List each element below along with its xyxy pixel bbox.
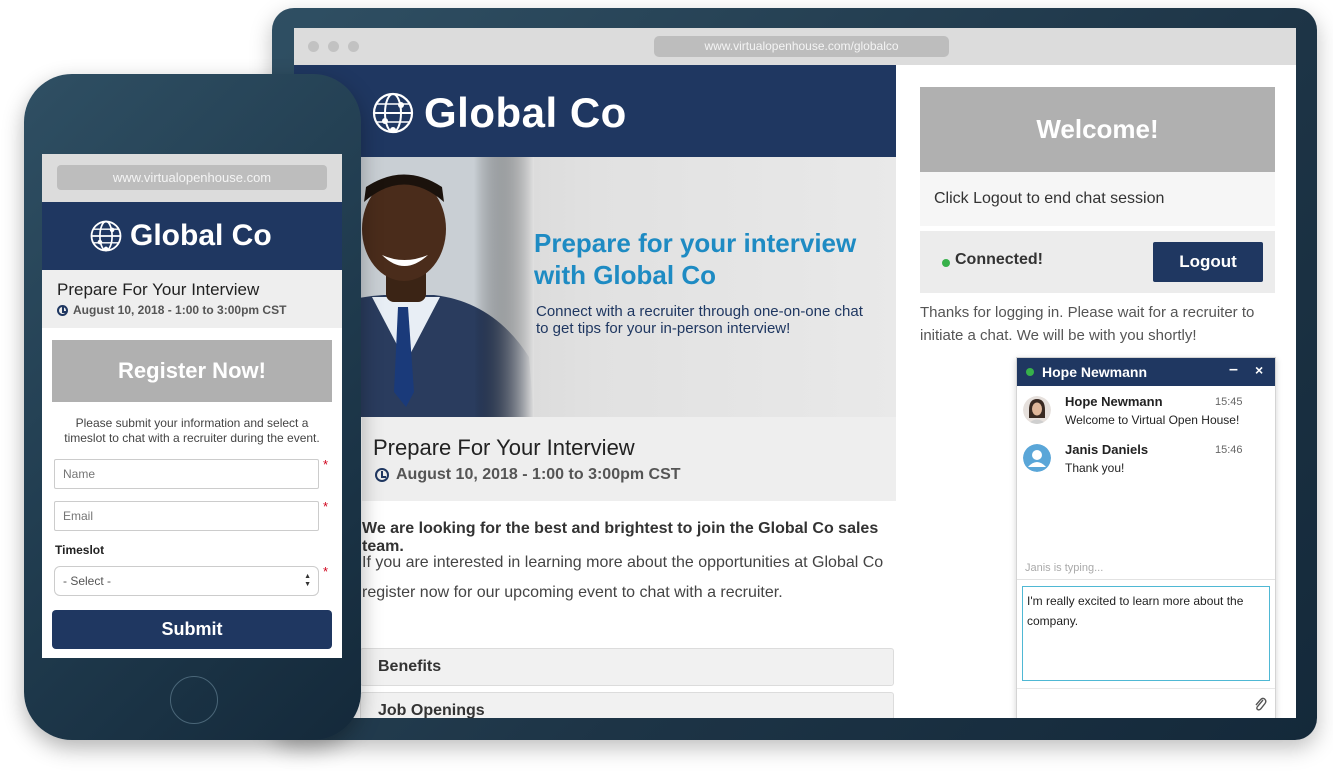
browser-toolbar: www.virtualopenhouse.com/globalco <box>294 28 1296 65</box>
clock-icon <box>57 304 68 316</box>
timeslot-label: Timeslot <box>55 543 105 557</box>
logout-hint: Click Logout to end chat session <box>920 172 1275 226</box>
hero-headline: Prepare for your interview with Global C… <box>534 228 857 290</box>
chat-header[interactable]: Hope Newmann – × <box>1017 358 1275 386</box>
desktop-screen: www.virtualopenhouse.com/globalco Global… <box>294 28 1296 718</box>
hero-subtext: Connect with a recruiter through one-on-… <box>536 303 863 337</box>
timeslot-select[interactable]: - Select - ▲ ▼ <box>54 566 319 596</box>
chat-footer-divider <box>1017 688 1275 689</box>
hero-banner: Prepare for your interview with Global C… <box>294 157 896 417</box>
chat-message-input[interactable]: I'm really excited to learn more about t… <box>1022 586 1270 681</box>
minimize-icon[interactable]: – <box>1229 361 1238 379</box>
message-author: Janis Daniels <box>1065 442 1149 457</box>
phone-brand-name: Global Co <box>130 219 272 252</box>
status-text: Connected! <box>955 251 1043 268</box>
waiting-message: Thanks for logging in. Please wait for a… <box>920 304 1255 344</box>
close-icon[interactable]: × <box>1255 362 1263 378</box>
phone-screen: www.virtualopenhouse.com Global Co Prepa… <box>42 154 342 658</box>
phone-brand-logo[interactable]: Global Co <box>90 219 272 253</box>
email-field[interactable] <box>54 501 319 531</box>
window-close-dot[interactable] <box>308 41 319 52</box>
window-maximize-dot[interactable] <box>348 41 359 52</box>
message-author: Hope Newmann <box>1065 394 1163 409</box>
message-text: Welcome to Virtual Open House! <box>1065 413 1240 427</box>
registration-instructions: Please submit your information and selec… <box>64 416 320 445</box>
register-banner: Register Now! <box>52 340 332 402</box>
intro-paragraph: If you are interested in learning more a… <box>362 554 884 601</box>
chat-window: Hope Newmann – × Hope Newmann 15:45 Welc… <box>1016 357 1276 718</box>
phone-event-info: Prepare For Your Interview August 10, 20… <box>42 270 342 328</box>
timeslot-selected-value: - Select - <box>63 574 112 588</box>
address-bar[interactable]: www.virtualopenhouse.com/globalco <box>654 36 949 57</box>
event-title: Prepare For Your Interview <box>373 435 635 460</box>
message-time: 15:46 <box>1215 444 1243 456</box>
phone-event-date-row: August 10, 2018 - 1:00 to 3:00pm CST <box>57 303 286 317</box>
phone-event-date: August 10, 2018 - 1:00 to 3:00pm CST <box>73 303 287 317</box>
submit-button[interactable]: Submit <box>52 610 332 649</box>
phone-address-bar[interactable]: www.virtualopenhouse.com <box>57 165 327 190</box>
chat-message: Janis Daniels 15:46 Thank you! <box>1023 442 1269 486</box>
paperclip-icon[interactable] <box>1253 696 1267 712</box>
phone-brand-header: Global Co <box>42 202 342 270</box>
avatar-icon <box>1023 444 1051 472</box>
message-text: Thank you! <box>1065 461 1125 475</box>
brand-name: Global Co <box>424 89 627 136</box>
clock-icon <box>375 468 389 482</box>
connection-status: Connected! Logout <box>920 231 1275 293</box>
phone-home-button[interactable] <box>170 676 218 724</box>
accordion-benefits[interactable]: Benefits <box>360 648 894 686</box>
required-marker: * <box>323 499 329 514</box>
accordion-job-openings[interactable]: Job Openings <box>360 692 894 718</box>
event-date-row: August 10, 2018 - 1:00 to 3:00pm CST <box>375 466 681 484</box>
phone-event-title: Prepare For Your Interview <box>57 280 260 299</box>
welcome-banner: Welcome! <box>920 87 1275 172</box>
message-time: 15:45 <box>1215 396 1243 408</box>
event-info: Prepare For Your Interview August 10, 20… <box>362 417 896 501</box>
globe-logo-icon <box>372 92 414 134</box>
required-marker: * <box>323 564 329 579</box>
online-dot-icon <box>1026 368 1034 376</box>
phone-browser-bar: www.virtualopenhouse.com <box>42 154 342 202</box>
required-marker: * <box>323 457 329 472</box>
avatar-icon <box>1023 396 1051 424</box>
main-content: Global Co Prepare for your interview wit… <box>294 65 896 718</box>
name-field[interactable] <box>54 459 319 489</box>
brand-logo[interactable]: Global Co <box>372 89 627 137</box>
status-dot-icon <box>942 259 950 267</box>
chat-divider <box>1017 579 1275 580</box>
chat-recipient-name: Hope Newmann <box>1042 364 1148 380</box>
chat-message: Hope Newmann 15:45 Welcome to Virtual Op… <box>1023 394 1269 438</box>
event-date: August 10, 2018 - 1:00 to 3:00pm CST <box>396 466 681 483</box>
globe-logo-icon <box>90 220 122 252</box>
select-arrows-icon: ▲ ▼ <box>304 573 311 588</box>
typing-indicator: Janis is typing... <box>1025 562 1104 574</box>
device-mockup-stage: www.virtualopenhouse.com/globalco Global… <box>0 0 1333 772</box>
window-minimize-dot[interactable] <box>328 41 339 52</box>
logout-button[interactable]: Logout <box>1153 242 1263 282</box>
brand-header: Global Co <box>294 65 896 157</box>
chat-sidebar: Welcome! Click Logout to end chat sessio… <box>896 65 1296 718</box>
